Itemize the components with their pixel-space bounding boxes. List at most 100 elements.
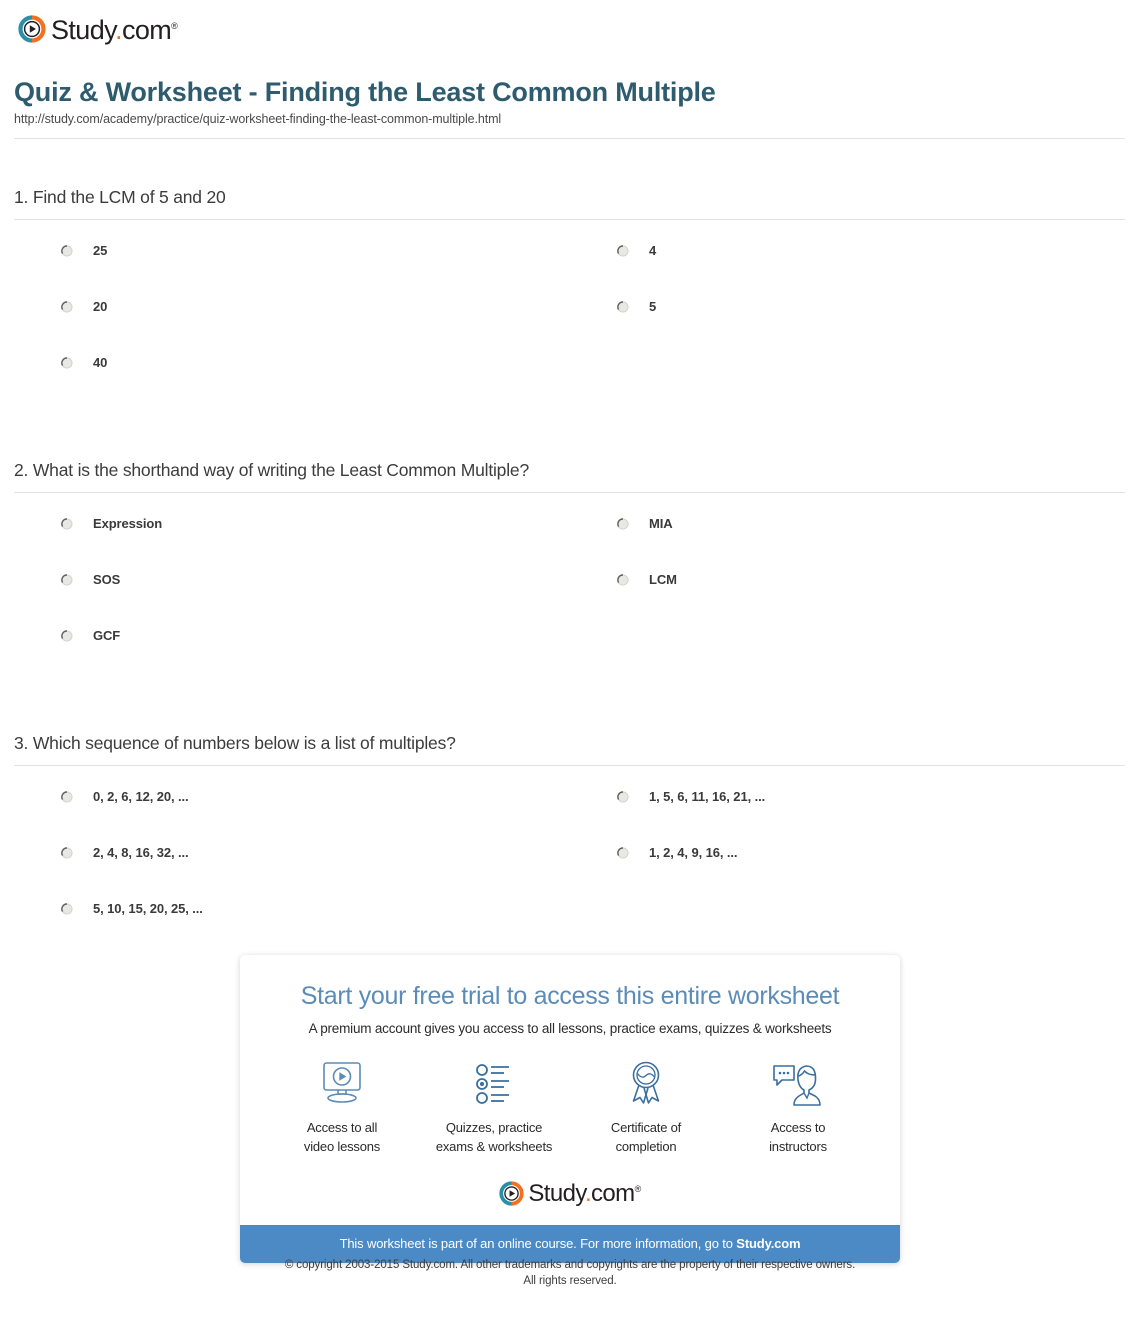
logo-text-dot: . [115, 14, 122, 45]
promo-bar-link[interactable]: Study.com [736, 1236, 800, 1251]
answer-option[interactable]: 1, 5, 6, 11, 16, 21, ... [570, 790, 1126, 846]
radio-button-icon[interactable] [617, 574, 629, 586]
radio-button-icon[interactable] [617, 301, 629, 313]
answer-label: 4 [649, 243, 657, 259]
answer-label: 2, 4, 8, 16, 32, ... [93, 845, 189, 861]
promo-logo[interactable]: Study.com® [240, 1163, 900, 1225]
answer-option[interactable]: Expression [14, 517, 570, 573]
logo-text-tld: com [591, 1180, 635, 1208]
copyright-notice: © copyright 2003-2015 Study.com. All oth… [0, 1258, 1140, 1289]
answer-label: 0, 2, 6, 12, 20, ... [93, 789, 189, 805]
question-text: 3. Which sequence of numbers below is a … [14, 733, 456, 754]
radio-button-icon[interactable] [61, 301, 73, 313]
site-logo[interactable]: Study.com® [14, 0, 1126, 46]
question-text: 2. What is the shorthand way of writing … [14, 460, 529, 481]
feature-label-line1: Access to all [306, 1120, 378, 1135]
answer-label: 20 [93, 299, 108, 315]
feature-label: Access to all video lessons [266, 1119, 418, 1157]
radio-button-icon[interactable] [61, 791, 73, 803]
answer-column-right: MIA LCM [570, 517, 1126, 685]
answer-label: MIA [649, 516, 673, 532]
radio-button-icon[interactable] [61, 847, 73, 859]
answer-label: 5, 10, 15, 20, 25, ... [93, 901, 203, 917]
answer-option[interactable]: 40 [14, 356, 570, 412]
promo-card: Start your free trial to access this ent… [240, 955, 900, 1263]
play-circle-icon [18, 15, 46, 43]
promo-header: Start your free trial to access this ent… [240, 955, 900, 1036]
monitor-play-icon [266, 1058, 418, 1110]
worksheet-page: Study.com® Quiz & Worksheet - Finding th… [0, 0, 1140, 958]
radio-button-icon[interactable] [61, 357, 73, 369]
answer-options: 25 20 40 4 5 [14, 220, 1126, 412]
radio-button-icon[interactable] [617, 518, 629, 530]
radio-button-icon[interactable] [61, 574, 73, 586]
feature-label: Certificate of completion [570, 1119, 722, 1157]
answer-column-right: 1, 5, 6, 11, 16, 21, ... 1, 2, 4, 9, 16,… [570, 790, 1126, 958]
radio-button-icon[interactable] [61, 903, 73, 915]
question-3: 3. Which sequence of numbers below is a … [14, 685, 1126, 958]
logo-text-main: Study [528, 1180, 585, 1208]
answer-option[interactable]: MIA [570, 517, 1126, 573]
feature-certificate: Certificate of completion [570, 1058, 722, 1157]
promo-footer-bar[interactable]: This worksheet is part of an online cour… [240, 1224, 900, 1263]
promo-features: Access to all video lessons Quizzes, pra… [240, 1036, 900, 1163]
logo-trademark: ® [171, 20, 178, 31]
question-1: 1. Find the LCM of 5 and 20 25 20 40 4 5 [14, 139, 1126, 412]
feature-label-line1: Quizzes, practice [445, 1120, 543, 1135]
copyright-line-2: All rights reserved. [523, 1274, 617, 1287]
feature-video-lessons: Access to all video lessons [266, 1058, 418, 1157]
question-2: 2. What is the shorthand way of writing … [14, 412, 1126, 685]
answer-label: 25 [93, 243, 108, 259]
answer-options: Expression SOS GCF MIA LCM [14, 493, 1126, 685]
answer-option[interactable]: 5 [570, 300, 1126, 356]
answer-option[interactable]: 1, 2, 4, 9, 16, ... [570, 846, 1126, 902]
answer-label: 1, 5, 6, 11, 16, 21, ... [649, 789, 766, 805]
answer-option[interactable]: 5, 10, 15, 20, 25, ... [14, 902, 570, 958]
radio-button-icon[interactable] [61, 245, 73, 257]
answer-label: SOS [93, 572, 121, 588]
answer-label: 1, 2, 4, 9, 16, ... [649, 845, 738, 861]
answer-option[interactable]: 0, 2, 6, 12, 20, ... [14, 790, 570, 846]
logo-text-tld: com [121, 14, 172, 45]
feature-label-line1: Certificate of [610, 1120, 682, 1135]
feature-label-line2: video lessons [303, 1138, 381, 1154]
answer-label: GCF [93, 628, 121, 644]
answer-option[interactable]: 4 [570, 244, 1126, 300]
award-ribbon-icon [570, 1058, 722, 1110]
feature-instructors: Access to instructors [722, 1058, 874, 1157]
promo-bar-text: This worksheet is part of an online cour… [339, 1235, 737, 1251]
answer-column-left: 25 20 40 [14, 244, 570, 412]
radio-button-icon[interactable] [617, 245, 629, 257]
copyright-line-1: © copyright 2003-2015 Study.com. All oth… [284, 1259, 856, 1271]
promo-subtitle: A premium account gives you access to al… [308, 1021, 832, 1036]
feature-label-line2: exams & worksheets [435, 1138, 553, 1154]
instructor-chat-icon [722, 1058, 874, 1110]
feature-label-line1: Access to [770, 1120, 826, 1135]
answer-option[interactable]: 25 [14, 244, 570, 300]
answer-column-right: 4 5 [570, 244, 1126, 412]
feature-quizzes: Quizzes, practice exams & worksheets [418, 1058, 570, 1157]
radio-button-icon[interactable] [617, 791, 629, 803]
play-circle-icon [499, 1181, 524, 1206]
answer-option[interactable]: SOS [14, 573, 570, 629]
feature-label-line2: instructors [769, 1138, 827, 1154]
feature-label-line2: completion [615, 1138, 677, 1154]
radio-button-icon[interactable] [61, 630, 73, 642]
answer-option[interactable]: LCM [570, 573, 1126, 629]
question-text: 1. Find the LCM of 5 and 20 [14, 187, 226, 208]
answer-label: LCM [649, 572, 677, 588]
answer-column-left: 0, 2, 6, 12, 20, ... 2, 4, 8, 16, 32, ..… [14, 790, 570, 958]
radio-button-icon[interactable] [617, 847, 629, 859]
answer-column-left: Expression SOS GCF [14, 517, 570, 685]
answer-options: 0, 2, 6, 12, 20, ... 2, 4, 8, 16, 32, ..… [14, 766, 1126, 958]
logo-text-main: Study [51, 14, 116, 45]
free-trial-promo: Start your free trial to access this ent… [240, 955, 900, 1263]
answer-option[interactable]: GCF [14, 629, 570, 685]
title-block: Quiz & Worksheet - Finding the Least Com… [14, 77, 1126, 126]
quiz-list-icon [418, 1058, 570, 1110]
promo-title: Start your free trial to access this ent… [300, 982, 840, 1010]
radio-button-icon[interactable] [61, 518, 73, 530]
answer-option[interactable]: 20 [14, 300, 570, 356]
answer-option[interactable]: 2, 4, 8, 16, 32, ... [14, 846, 570, 902]
